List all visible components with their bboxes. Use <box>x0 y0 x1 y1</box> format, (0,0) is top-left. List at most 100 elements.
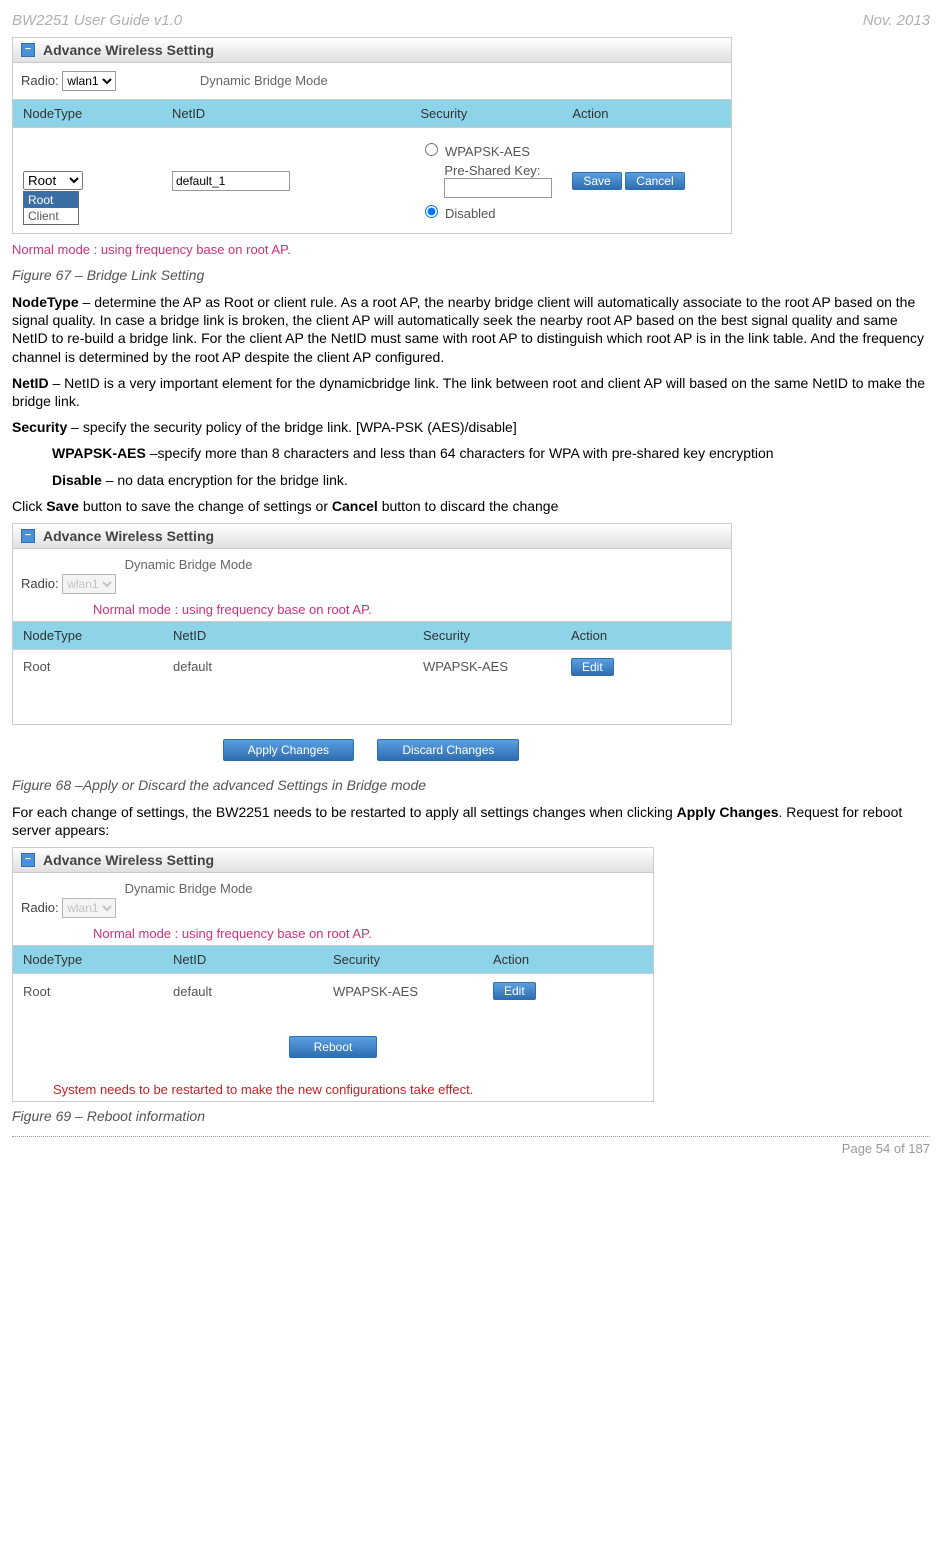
text-security: – specify the security policy of the bri… <box>67 419 516 435</box>
figure-68-caption: Figure 68 –Apply or Discard the advanced… <box>12 777 930 793</box>
label-wpapsk: WPAPSK-AES <box>52 445 146 461</box>
security-wpa-radio[interactable] <box>425 143 438 156</box>
para-nodetype: NodeType – determine the AP as Root or c… <box>12 293 930 366</box>
t4: For each change of settings, the BW2251 … <box>12 804 677 820</box>
radio-row-2b: Radio: wlan1 <box>13 572 731 602</box>
figure-67-caption: Figure 67 – Bridge Link Setting <box>12 267 930 283</box>
col-nodetype: NodeType <box>13 100 162 128</box>
psk-row: Pre-Shared Key: <box>444 163 552 198</box>
radio-select-2: wlan1 <box>62 574 116 594</box>
collapse-icon[interactable]: − <box>21 43 35 57</box>
reboot-button[interactable]: Reboot <box>289 1036 378 1058</box>
t2: button to save the change of settings or <box>79 498 332 514</box>
header-right: Nov. 2013 <box>863 12 930 29</box>
table-header-row: NodeType NetID Security Action <box>13 946 653 974</box>
security-wpa-label: WPAPSK-AES <box>445 144 530 159</box>
table-row: Root default WPAPSK-AES Edit <box>13 649 731 684</box>
page-number: Page 54 of 187 <box>842 1141 930 1156</box>
label-security: Security <box>12 419 67 435</box>
para-security: Security – specify the security policy o… <box>12 418 930 436</box>
bridge-table: NodeType NetID Security Action Root Root… <box>13 99 731 233</box>
dropdown-opt-client[interactable]: Client <box>24 208 78 224</box>
panel-title: Advance Wireless Setting <box>43 42 214 58</box>
b-apply: Apply Changes <box>677 804 779 820</box>
cell-nodetype: Root <box>13 974 163 1009</box>
apply-changes-button[interactable]: Apply Changes <box>223 739 354 761</box>
cell-security: WPAPSK-AES <box>413 649 561 684</box>
para-wpapsk: WPAPSK-AES –specify more than 8 characte… <box>52 444 930 462</box>
panel-reboot: − Advance Wireless Setting Dynamic Bridg… <box>12 847 654 1102</box>
text-nodetype: – determine the AP as Root or client rul… <box>12 294 924 365</box>
security-group: WPAPSK-AES Pre-Shared Key: Disabled <box>420 140 552 221</box>
system-restart-warning: System needs to be restarted to make the… <box>13 1074 653 1101</box>
cell-netid: default <box>163 649 413 684</box>
para-save-cancel: Click Save button to save the change of … <box>12 497 930 515</box>
cancel-button[interactable]: Cancel <box>625 172 684 190</box>
security-disabled-row[interactable]: Disabled <box>420 202 552 221</box>
table-row: Root default WPAPSK-AES Edit <box>13 974 653 1009</box>
reboot-row: Reboot <box>13 1008 653 1074</box>
collapse-icon[interactable]: − <box>21 853 35 867</box>
table-row: Root Root Client WPAPSK-AES <box>13 128 731 234</box>
b-save: Save <box>46 498 79 514</box>
col-netid: NetID <box>162 100 410 128</box>
collapse-icon[interactable]: − <box>21 529 35 543</box>
note-normal-mode-2: Normal mode : using frequency base on ro… <box>13 602 731 621</box>
table-header-row: NodeType NetID Security Action <box>13 621 731 649</box>
radio-label-3: Radio: <box>21 900 59 915</box>
radio-select[interactable]: wlan1 <box>62 71 116 91</box>
text-wpapsk: –specify more than 8 characters and less… <box>146 445 774 461</box>
col-action: Action <box>483 946 653 974</box>
panel2-title: Advance Wireless Setting <box>43 528 214 544</box>
col-netid: NetID <box>163 946 323 974</box>
page-header: BW2251 User Guide v1.0 Nov. 2013 <box>12 12 930 29</box>
col-action: Action <box>561 621 731 649</box>
panel-bridge-link-setting: − Advance Wireless Setting Radio: wlan1 … <box>12 37 732 234</box>
psk-label: Pre-Shared Key: <box>444 163 540 178</box>
psk-input[interactable] <box>444 178 552 198</box>
label-nodetype: NodeType <box>12 294 79 310</box>
text-netid: – NetID is a very important element for … <box>12 375 925 409</box>
figure-69-caption: Figure 69 – Reboot information <box>12 1108 930 1124</box>
radio-select-3: wlan1 <box>62 898 116 918</box>
netid-input[interactable] <box>172 171 290 191</box>
security-wpa-row[interactable]: WPAPSK-AES <box>420 140 552 159</box>
bridge-table-2: NodeType NetID Security Action Root defa… <box>13 621 731 684</box>
para-restart: For each change of settings, the BW2251 … <box>12 803 930 839</box>
table-header-row: NodeType NetID Security Action <box>13 100 731 128</box>
security-disabled-radio[interactable] <box>425 205 438 218</box>
col-security: Security <box>413 621 561 649</box>
col-action: Action <box>562 100 731 128</box>
b-cancel: Cancel <box>332 498 378 514</box>
para-disable: Disable – no data encryption for the bri… <box>52 471 930 489</box>
radio-row-2: Dynamic Bridge Mode <box>13 549 731 572</box>
panel2-title-bar: − Advance Wireless Setting <box>13 524 731 549</box>
radio-label-2: Radio: <box>21 576 59 591</box>
mode-label-2: Dynamic Bridge Mode <box>125 557 253 572</box>
panel-title-bar: − Advance Wireless Setting <box>13 38 731 63</box>
col-nodetype: NodeType <box>13 946 163 974</box>
label-disable: Disable <box>52 472 102 488</box>
nodetype-select[interactable]: Root <box>23 171 83 190</box>
discard-changes-button[interactable]: Discard Changes <box>377 739 519 761</box>
cell-netid: default <box>163 974 323 1009</box>
col-netid: NetID <box>163 621 413 649</box>
save-button[interactable]: Save <box>572 172 621 190</box>
col-security: Security <box>323 946 483 974</box>
col-security: Security <box>410 100 562 128</box>
radio-label: Radio: <box>21 73 59 88</box>
nodetype-dropdown[interactable]: Root Root Client <box>23 171 152 190</box>
dropdown-opt-root[interactable]: Root <box>24 192 78 208</box>
radio-row-3b: Radio: wlan1 <box>13 896 653 926</box>
panel3-title: Advance Wireless Setting <box>43 852 214 868</box>
note-normal-mode: Normal mode : using frequency base on ro… <box>12 238 930 261</box>
para-netid: NetID – NetID is a very important elemen… <box>12 374 930 410</box>
security-disabled-label: Disabled <box>445 206 496 221</box>
page-footer: Page 54 of 187 <box>12 1136 930 1156</box>
cell-nodetype: Root <box>13 649 163 684</box>
label-netid: NetID <box>12 375 49 391</box>
col-nodetype: NodeType <box>13 621 163 649</box>
edit-button[interactable]: Edit <box>571 658 614 676</box>
edit-button[interactable]: Edit <box>493 982 536 1000</box>
nodetype-dropdown-list: Root Client <box>23 191 79 225</box>
